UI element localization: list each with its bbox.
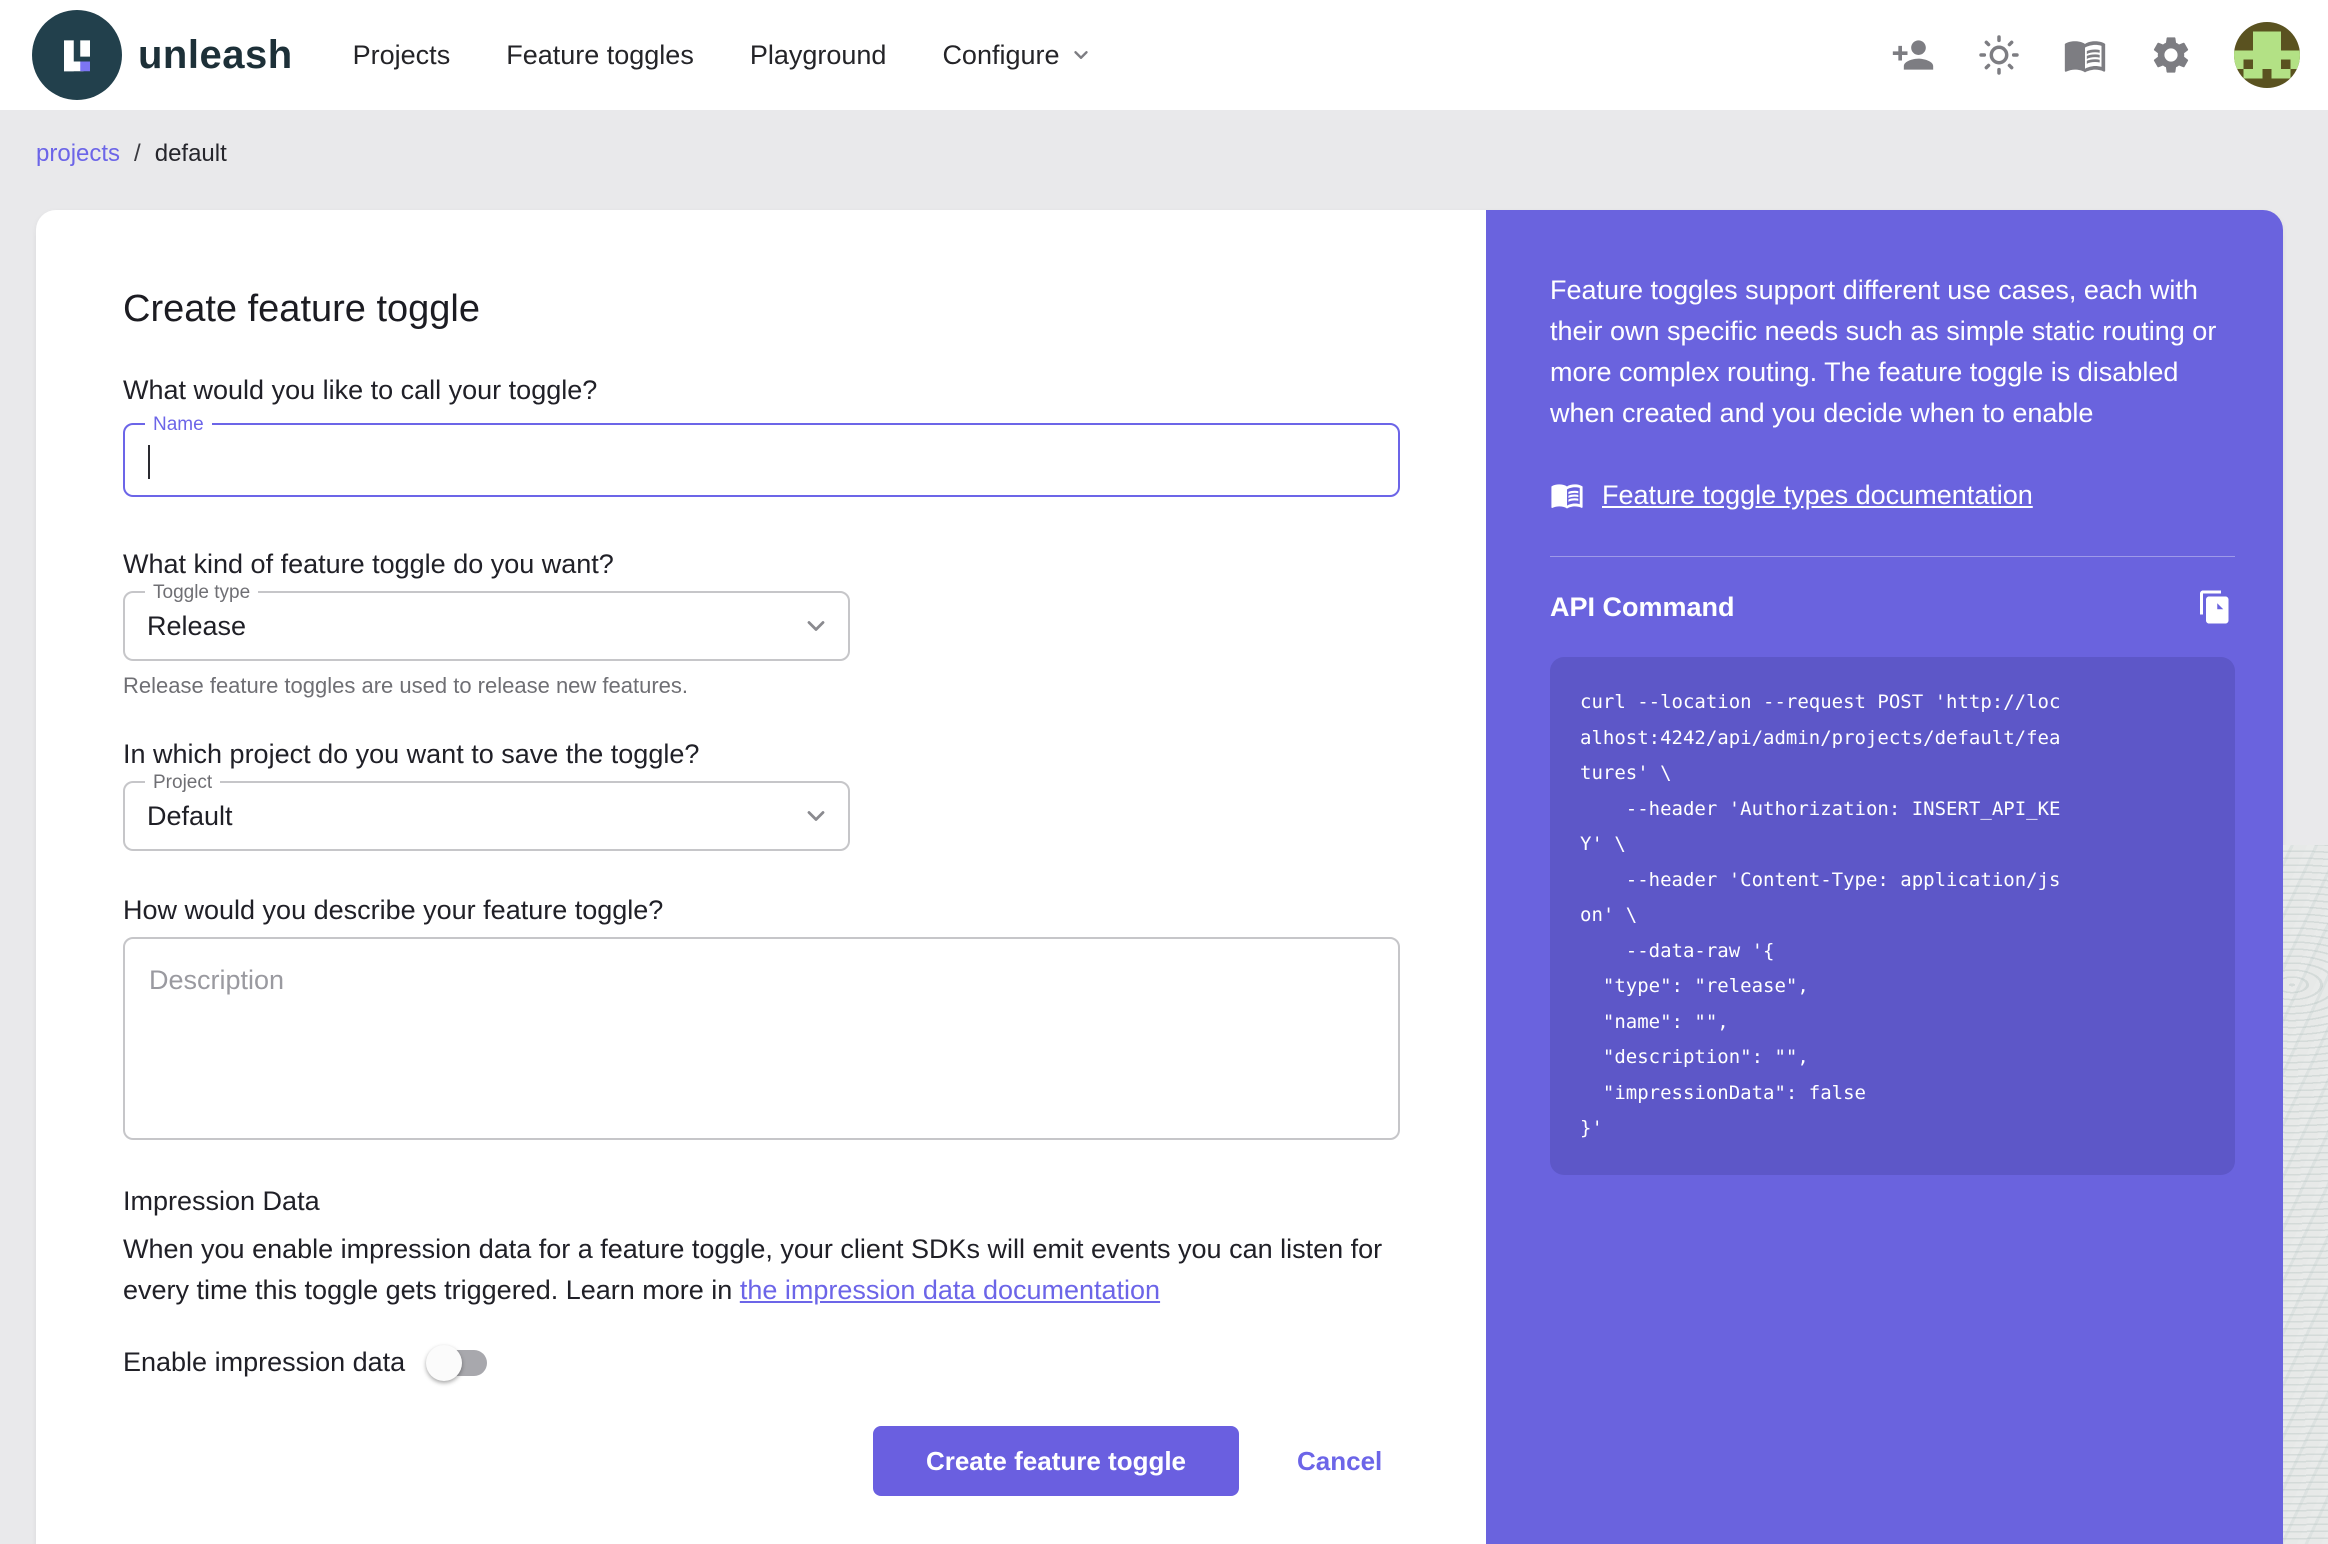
unleash-logo[interactable]: unleash [32,10,293,100]
impression-data-switch[interactable] [426,1344,488,1381]
nav-item-configure-label: Configure [942,39,1060,70]
create-toggle-form: Create feature toggle What would you lik… [36,210,1486,1544]
chevron-down-icon [807,811,825,821]
name-field-border: Name [123,414,1400,497]
chevron-down-icon [1073,51,1088,59]
name-input[interactable] [125,425,1398,495]
chevron-down-icon [807,621,825,631]
navbar-actions [1890,0,2300,110]
impression-docs-link[interactable]: the impression data documentation [740,1275,1160,1305]
top-navbar: unleash Projects Feature toggles Playgro… [0,0,2328,110]
menu-book-icon [1551,484,1583,509]
user-avatar[interactable] [2234,22,2300,88]
gear-icon[interactable] [2148,32,2194,78]
breadcrumb: projects / default [36,140,227,168]
sidebar-intro-text: Feature toggles support different use ca… [1550,275,2217,428]
brand-wordmark: unleash [138,32,293,77]
api-command-code: curl --location --request POST 'http://l… [1580,691,2061,1139]
info-sidebar: Feature toggles support different use ca… [1486,210,2283,1544]
toggle-type-select[interactable]: Toggle type Release [123,582,850,661]
create-toggle-card: Create feature toggle What would you lik… [36,210,2283,1544]
nav-item-projects[interactable]: Projects [353,40,451,71]
toggle-type-label: Toggle type [145,582,259,604]
brightness-icon[interactable] [1976,32,2022,78]
unleash-logo-icon [32,10,122,100]
page-title: Create feature toggle [123,288,481,330]
enable-impression-label: Enable impression data [123,1347,406,1377]
form-actions: Create feature toggle Cancel [873,1426,1486,1496]
project-select[interactable]: Project Default [123,772,850,851]
toggle-type-helper: Release feature toggles are used to rele… [123,673,689,698]
nav-item-feature-toggles[interactable]: Feature toggles [506,40,694,71]
sidebar-docs-row: Feature toggle types documentation [1550,478,2235,512]
menu-book-icon[interactable] [2062,32,2108,78]
api-command-row: API Command [1550,587,2235,627]
toggle-type-value: Release [147,610,247,641]
type-question: What kind of feature toggle do you want? [123,549,614,579]
cancel-button[interactable]: Cancel [1297,1446,1382,1477]
breadcrumb-projects-link[interactable]: projects [36,140,120,168]
text-caret [148,445,150,479]
project-label: Project [145,772,221,794]
sidebar-divider [1550,556,2235,557]
project-question: In which project do you want to save the… [123,739,700,769]
breadcrumb-current: default [154,140,227,167]
add-user-icon[interactable] [1890,32,1936,78]
breadcrumb-separator: / [134,140,141,167]
switch-thumb [426,1344,463,1381]
impression-data-heading: Impression Data [123,1186,320,1216]
create-feature-toggle-button[interactable]: Create feature toggle [873,1426,1239,1496]
enable-impression-row: Enable impression data [123,1344,1486,1381]
nav-item-configure[interactable]: Configure [942,40,1091,71]
description-question: How would you describe your feature togg… [123,895,664,925]
copy-icon[interactable] [2195,587,2235,627]
api-command-heading: API Command [1550,591,1735,622]
feature-toggle-types-doc-link[interactable]: Feature toggle types documentation [1602,480,2033,511]
description-textarea[interactable] [125,939,1398,1138]
api-command-code-block: curl --location --request POST 'http://l… [1550,657,2235,1175]
impression-data-text: When you enable impression data for a fe… [123,1229,1408,1311]
nav-item-playground[interactable]: Playground [750,40,887,71]
main-nav: Projects Feature toggles Playground Conf… [353,40,1092,71]
description-field-border [123,937,1400,1140]
decorative-texture [2283,845,2328,1544]
project-value: Default [147,800,233,831]
name-question: What would you like to call your toggle? [123,375,598,405]
